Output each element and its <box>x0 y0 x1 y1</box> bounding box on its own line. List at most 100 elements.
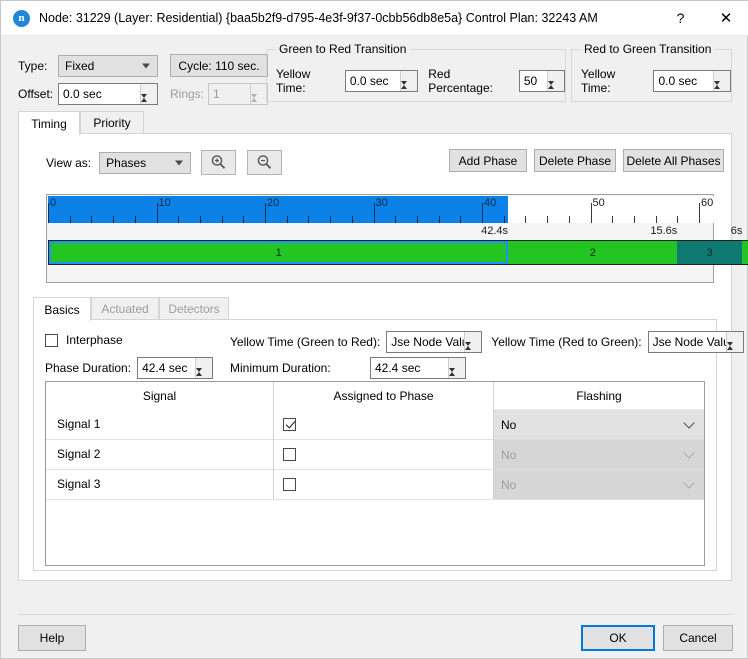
delete-phase-button[interactable]: Delete Phase <box>534 149 616 172</box>
ok-button[interactable]: OK <box>581 625 655 651</box>
delete-all-phases-button[interactable]: Delete All Phases <box>623 149 724 172</box>
tab-basics[interactable]: Basics <box>33 297 91 321</box>
phase-bar[interactable]: 4 <box>742 241 748 264</box>
interphase-checkbox[interactable] <box>45 334 58 347</box>
g2r-yellow-value: 0.0 sec <box>346 71 400 91</box>
ruler-tick <box>157 203 158 223</box>
ruler-tick <box>504 216 505 223</box>
ruler-tick <box>656 216 657 223</box>
inner-tabstrip: Basics Actuated Detectors <box>33 297 717 320</box>
spinner-down-icon[interactable] <box>714 85 730 99</box>
assigned-to-phase-checkbox[interactable] <box>283 448 296 461</box>
offset-spinner-arrows[interactable] <box>140 84 157 104</box>
timeline-ruler[interactable]: 0102030405060708090100 <box>48 196 714 223</box>
app-icon: n <box>13 10 30 27</box>
yellow-g2r-spinner-arrows[interactable] <box>464 332 481 352</box>
ruler-tick-label: 20 <box>267 197 279 209</box>
g2r-yellow-spinner-arrows[interactable] <box>400 71 417 91</box>
yellow-r2g-spinner-arrows[interactable] <box>726 332 743 352</box>
help-button[interactable]: Help <box>18 625 86 651</box>
red-percentage-spinner-arrows[interactable] <box>547 71 564 91</box>
tab-priority[interactable]: Priority <box>80 111 144 134</box>
ruler-tick <box>374 203 375 223</box>
type-combo[interactable]: Fixed <box>58 55 158 77</box>
zoom-in-icon <box>210 154 227 171</box>
ruler-tick <box>200 216 201 223</box>
ruler-tick-label: 0 <box>50 197 56 209</box>
signal-table-column-header: Signal <box>46 382 274 409</box>
close-icon[interactable]: ✕ <box>703 1 748 35</box>
r2g-yellow-stepper[interactable]: 0.0 sec <box>653 70 731 92</box>
tab-actuated[interactable]: Actuated <box>91 297 159 320</box>
phase-duration-labels: 42.4s15.6s6s40s6s <box>48 225 714 240</box>
table-row-separator <box>46 499 704 500</box>
add-phase-button[interactable]: Add Phase <box>449 149 527 172</box>
spinner-down-icon[interactable] <box>141 98 157 112</box>
assigned-to-phase-cell[interactable] <box>274 439 494 469</box>
table-row[interactable]: Signal 1 No <box>46 409 704 439</box>
window-title: Node: 31229 (Layer: Residential) {baa5b2… <box>39 11 658 25</box>
chevron-down-icon <box>683 417 694 428</box>
r2g-yellow-spinner-arrows[interactable] <box>713 71 730 91</box>
phase-duration-label: 15.6s <box>617 225 677 237</box>
flashing-combo: No <box>494 439 704 469</box>
zoom-out-button[interactable] <box>247 150 282 175</box>
phase-bar[interactable]: 1 <box>49 241 508 264</box>
yellow-g2r-stepper[interactable]: Jse Node Value <box>386 331 482 353</box>
phase-bar[interactable]: 3 <box>677 241 742 264</box>
g2r-yellow-label: Yellow Time: <box>276 67 339 95</box>
phase-bar[interactable]: 2 <box>508 241 677 264</box>
rings-spinner-arrows <box>250 84 267 104</box>
phase-duration-stepper[interactable]: 42.4 sec <box>137 357 213 379</box>
spinner-down-icon[interactable] <box>401 85 417 99</box>
cancel-button[interactable]: Cancel <box>663 625 733 651</box>
flashing-cell[interactable]: No <box>494 409 704 439</box>
interphase-row[interactable]: Interphase <box>45 333 123 347</box>
ruler-tick <box>352 216 353 223</box>
assigned-to-phase-cell[interactable] <box>274 409 494 439</box>
g2r-yellow-stepper[interactable]: 0.0 sec <box>345 70 418 92</box>
yellow-r2g-stepper[interactable]: Jse Node Value <box>648 331 744 353</box>
cycle-button[interactable]: Cycle: 110 sec. <box>170 54 268 77</box>
minimum-duration-value: 42.4 sec <box>371 358 448 378</box>
phase-bars[interactable]: 12345 <box>48 240 748 265</box>
chevron-down-icon <box>175 160 183 165</box>
view-as-label: View as: <box>46 156 91 170</box>
offset-stepper[interactable]: 0.0 sec <box>58 83 158 105</box>
spinner-down-icon[interactable] <box>727 346 743 360</box>
ruler-tick <box>135 216 136 223</box>
assigned-to-phase-cell[interactable] <box>274 469 494 499</box>
table-row[interactable]: Signal 3No <box>46 469 704 499</box>
top-controls: Type: Fixed Cycle: 110 sec. Offset: 0.0 … <box>1 36 748 109</box>
zoom-in-button[interactable] <box>201 150 236 175</box>
ruler-tick <box>243 216 244 223</box>
red-percentage-stepper[interactable]: 50 <box>519 70 565 92</box>
minimum-duration-spinner-arrows[interactable] <box>448 358 465 378</box>
minimum-duration-stepper[interactable]: 42.4 sec <box>370 357 466 379</box>
outer-tabstrip: Timing Priority <box>18 111 732 134</box>
flashing-combo[interactable]: No <box>494 409 704 439</box>
ruler-tick <box>460 216 461 223</box>
tab-timing[interactable]: Timing <box>18 111 80 135</box>
spinner-down-icon <box>251 98 267 112</box>
rings-label: Rings: <box>170 87 208 101</box>
view-as-combo[interactable]: Phases <box>99 152 191 174</box>
phase-timeline-chart[interactable]: 0102030405060708090100 42.4s15.6s6s40s6s… <box>46 194 714 283</box>
phase-duration-spinner-arrows[interactable] <box>195 358 212 378</box>
tab-detectors[interactable]: Detectors <box>159 297 229 320</box>
red-percentage-value: 50 <box>520 71 547 91</box>
signal-name-cell: Signal 1 <box>46 409 274 439</box>
spinner-down-icon[interactable] <box>548 85 564 99</box>
help-icon[interactable]: ? <box>658 1 703 35</box>
type-label: Type: <box>18 59 58 73</box>
r2g-yellow-row: Yellow Time: 0.0 sec <box>581 67 731 95</box>
ruler-tick <box>91 216 92 223</box>
spinner-down-icon[interactable] <box>465 346 481 360</box>
table-row[interactable]: Signal 2No <box>46 439 704 469</box>
ruler-tick <box>417 216 418 223</box>
assigned-to-phase-checkbox[interactable] <box>283 478 296 491</box>
tab-priority-label: Priority <box>93 116 130 130</box>
offset-label: Offset: <box>18 87 58 101</box>
signal-name-cell: Signal 3 <box>46 469 274 499</box>
assigned-to-phase-checkbox[interactable] <box>283 418 296 431</box>
